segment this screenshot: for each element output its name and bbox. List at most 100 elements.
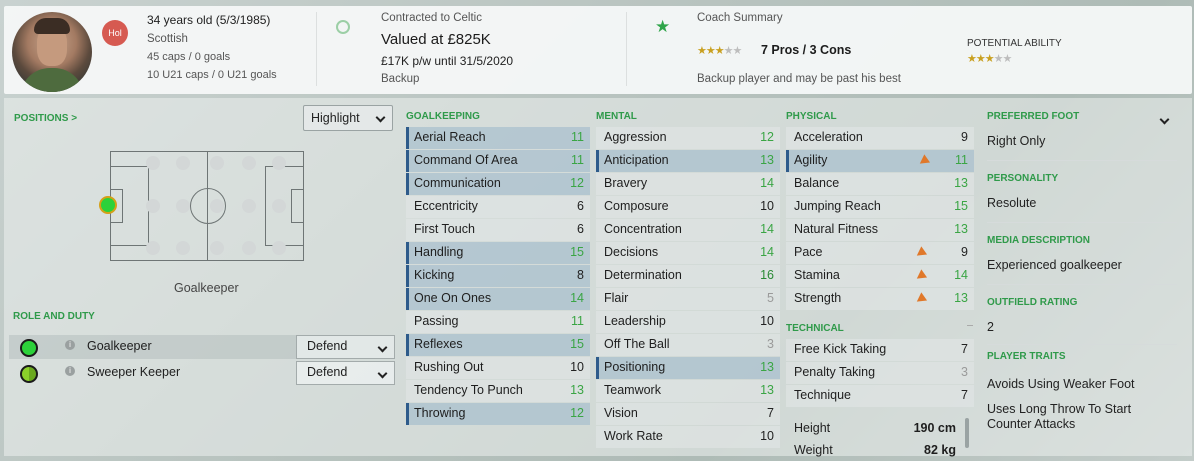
attribute-value: 14 bbox=[760, 245, 774, 259]
attribute-row[interactable]: Concentration 14 bbox=[596, 219, 780, 241]
attribute-row[interactable]: Balance 13 bbox=[786, 173, 974, 195]
duty-dropdown[interactable]: Defend bbox=[296, 361, 395, 385]
mental-title: MENTAL bbox=[596, 111, 637, 122]
attribute-value: 13 bbox=[954, 176, 968, 190]
attribute-name: Determination bbox=[604, 268, 682, 282]
attribute-value: 6 bbox=[577, 222, 584, 236]
attribute-value: 13 bbox=[760, 383, 774, 397]
attribute-value: 11 bbox=[955, 153, 968, 167]
attribute-row[interactable]: Pace 9 bbox=[786, 242, 974, 264]
attribute-row[interactable]: Penalty Taking 3 bbox=[786, 362, 974, 384]
player-header: Hol 34 years old (5/3/1985) Scottish 45 … bbox=[4, 6, 1192, 94]
attribute-name: Penalty Taking bbox=[794, 365, 876, 379]
attribute-row[interactable]: Composure 10 bbox=[596, 196, 780, 218]
attribute-row[interactable]: Stamina 14 bbox=[786, 265, 974, 287]
technical-title: TECHNICAL bbox=[786, 323, 844, 334]
role-row-goalkeeper[interactable]: i Goalkeeper Defend bbox=[9, 335, 395, 359]
info-icon[interactable]: i bbox=[65, 340, 75, 350]
attribute-row[interactable]: Command Of Area 11 bbox=[406, 150, 590, 172]
pros-cons[interactable]: 7 Pros / 3 Cons bbox=[761, 43, 851, 57]
attribute-value: 11 bbox=[571, 153, 584, 167]
attribute-row[interactable]: Aerial Reach 11 bbox=[406, 127, 590, 149]
holiday-badge: Hol bbox=[102, 20, 128, 46]
attribute-row[interactable]: Positioning 13 bbox=[596, 357, 780, 379]
attribute-value: 10 bbox=[760, 199, 774, 213]
role-row-sweeper-keeper[interactable]: i Sweeper Keeper Defend bbox=[9, 361, 395, 385]
attribute-row[interactable]: Anticipation 13 bbox=[596, 150, 780, 172]
personality-label: PERSONALITY bbox=[987, 173, 1059, 184]
attribute-row[interactable]: Free Kick Taking 7 bbox=[786, 339, 974, 361]
trait-item[interactable]: Uses Long Throw To Start Counter Attacks bbox=[987, 402, 1157, 432]
attribute-row[interactable]: Leadership 10 bbox=[596, 311, 780, 333]
attribute-row[interactable]: Flair 5 bbox=[596, 288, 780, 310]
attribute-name: Balance bbox=[794, 176, 840, 190]
contract-club[interactable]: Contracted to Celtic bbox=[381, 12, 482, 24]
attribute-name: Flair bbox=[604, 291, 629, 305]
attribute-row[interactable]: Decisions 14 bbox=[596, 242, 780, 264]
nationality[interactable]: Scottish bbox=[147, 33, 188, 45]
attribute-name: Tendency To Punch bbox=[414, 383, 523, 397]
attribute-row[interactable]: Bravery 14 bbox=[596, 173, 780, 195]
attribute-row[interactable]: Throwing 12 bbox=[406, 403, 590, 425]
position-name: Goalkeeper bbox=[174, 281, 239, 295]
goalkeeper-position-marker[interactable] bbox=[99, 196, 117, 214]
attribute-name: Aerial Reach bbox=[414, 130, 486, 144]
coach-star-icon: ★ bbox=[655, 17, 671, 36]
attribute-row[interactable]: Passing 11 bbox=[406, 311, 590, 333]
decline-arrow-icon bbox=[916, 154, 931, 168]
chevron-down-icon bbox=[377, 368, 388, 379]
attribute-name: Decisions bbox=[604, 245, 659, 259]
attribute-name: Eccentricity bbox=[414, 199, 478, 213]
attribute-row[interactable]: Jumping Reach 15 bbox=[786, 196, 974, 218]
attribute-row[interactable]: Aggression 12 bbox=[596, 127, 780, 149]
attribute-row[interactable]: Strength 13 bbox=[786, 288, 974, 310]
squad-status: Backup bbox=[381, 73, 420, 85]
attribute-row[interactable]: Kicking 8 bbox=[406, 265, 590, 287]
attribute-row[interactable]: Rushing Out 10 bbox=[406, 357, 590, 379]
trait-item[interactable]: Avoids Using Weaker Foot bbox=[987, 377, 1135, 391]
attribute-name: Composure bbox=[604, 199, 669, 213]
attribute-value: 15 bbox=[954, 199, 968, 213]
attribute-name: Free Kick Taking bbox=[794, 342, 887, 356]
attribute-name: Leadership bbox=[604, 314, 666, 328]
collapse-icon[interactable] bbox=[967, 325, 973, 326]
attribute-row[interactable]: Acceleration 9 bbox=[786, 127, 974, 149]
attribute-row[interactable]: Communication 12 bbox=[406, 173, 590, 195]
attribute-name: Command Of Area bbox=[414, 153, 518, 167]
bio-scrollbar[interactable] bbox=[965, 418, 969, 448]
highlight-dropdown[interactable]: Highlight bbox=[303, 105, 393, 131]
physical-title: PHYSICAL bbox=[786, 111, 837, 122]
role-duty-title: ROLE AND DUTY bbox=[13, 311, 95, 322]
attribute-name: Acceleration bbox=[794, 130, 863, 144]
pitch-diagram[interactable] bbox=[110, 151, 304, 261]
player-photo bbox=[12, 12, 92, 92]
attribute-row[interactable]: Technique 7 bbox=[786, 385, 974, 407]
attribute-row[interactable]: Eccentricity 6 bbox=[406, 196, 590, 218]
attribute-value: 11 bbox=[571, 314, 584, 328]
attribute-row[interactable]: Off The Ball 3 bbox=[596, 334, 780, 356]
attribute-row[interactable]: Tendency To Punch 13 bbox=[406, 380, 590, 402]
media-description-label: MEDIA DESCRIPTION bbox=[987, 235, 1090, 246]
duty-dropdown[interactable]: Defend bbox=[296, 335, 395, 359]
attribute-value: 15 bbox=[570, 337, 584, 351]
preferred-foot-label: PREFERRED FOOT bbox=[987, 111, 1080, 122]
player-value: Valued at £825K bbox=[381, 31, 491, 48]
attribute-name: Communication bbox=[414, 176, 501, 190]
attribute-name: Kicking bbox=[414, 268, 455, 282]
attribute-row[interactable]: Agility 11 bbox=[786, 150, 974, 172]
attribute-row[interactable]: Handling 15 bbox=[406, 242, 590, 264]
attribute-row[interactable]: Teamwork 13 bbox=[596, 380, 780, 402]
info-icon[interactable]: i bbox=[65, 366, 75, 376]
attribute-row[interactable]: One On Ones 14 bbox=[406, 288, 590, 310]
attribute-row[interactable]: Determination 16 bbox=[596, 265, 780, 287]
attribute-name: Anticipation bbox=[604, 153, 669, 167]
attribute-row[interactable]: Work Rate 10 bbox=[596, 426, 780, 448]
attribute-name: Agility bbox=[794, 153, 828, 167]
attribute-row[interactable]: First Touch 6 bbox=[406, 219, 590, 241]
attribute-row[interactable]: Natural Fitness 13 bbox=[786, 219, 974, 241]
attribute-row[interactable]: Reflexes 15 bbox=[406, 334, 590, 356]
positions-title[interactable]: POSITIONS > bbox=[14, 113, 77, 124]
attribute-value: 12 bbox=[570, 406, 584, 420]
attribute-row[interactable]: Vision 7 bbox=[596, 403, 780, 425]
attribute-value: 15 bbox=[570, 245, 584, 259]
